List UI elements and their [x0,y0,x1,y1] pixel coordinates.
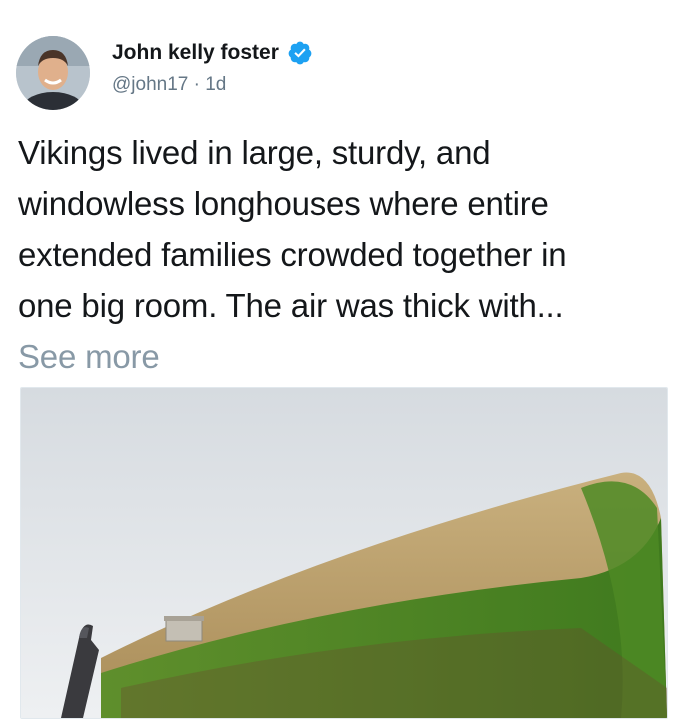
author-name[interactable]: John kelly foster [112,41,279,65]
meta-separator: · [188,74,206,95]
tweet-timestamp[interactable]: 1d [205,74,226,95]
tweet-media-image[interactable] [20,387,668,719]
tweet-text-line: windowless longhouses where entire [18,185,549,222]
longhouse-photo [21,388,667,718]
tweet-body: Vikings lived in large, sturdy, and wind… [18,127,688,382]
handle-row: @john17 · 1d [112,74,313,96]
tweet-text-line: extended families crowded together in [18,236,567,273]
tweet-text-line: Vikings lived in large, sturdy, and [18,134,491,171]
see-more-link[interactable]: See more [18,331,688,382]
avatar[interactable] [16,36,90,110]
tweet-header: John kelly foster @john17 · 1d [16,36,313,116]
avatar-photo-icon [16,36,90,110]
name-row: John kelly foster [112,38,313,68]
author-handle[interactable]: @john17 [112,74,188,95]
author-meta: John kelly foster @john17 · 1d [112,36,313,96]
verified-badge-icon [287,40,313,66]
tweet-text-line: one big room. The air was thick with... [18,287,564,324]
